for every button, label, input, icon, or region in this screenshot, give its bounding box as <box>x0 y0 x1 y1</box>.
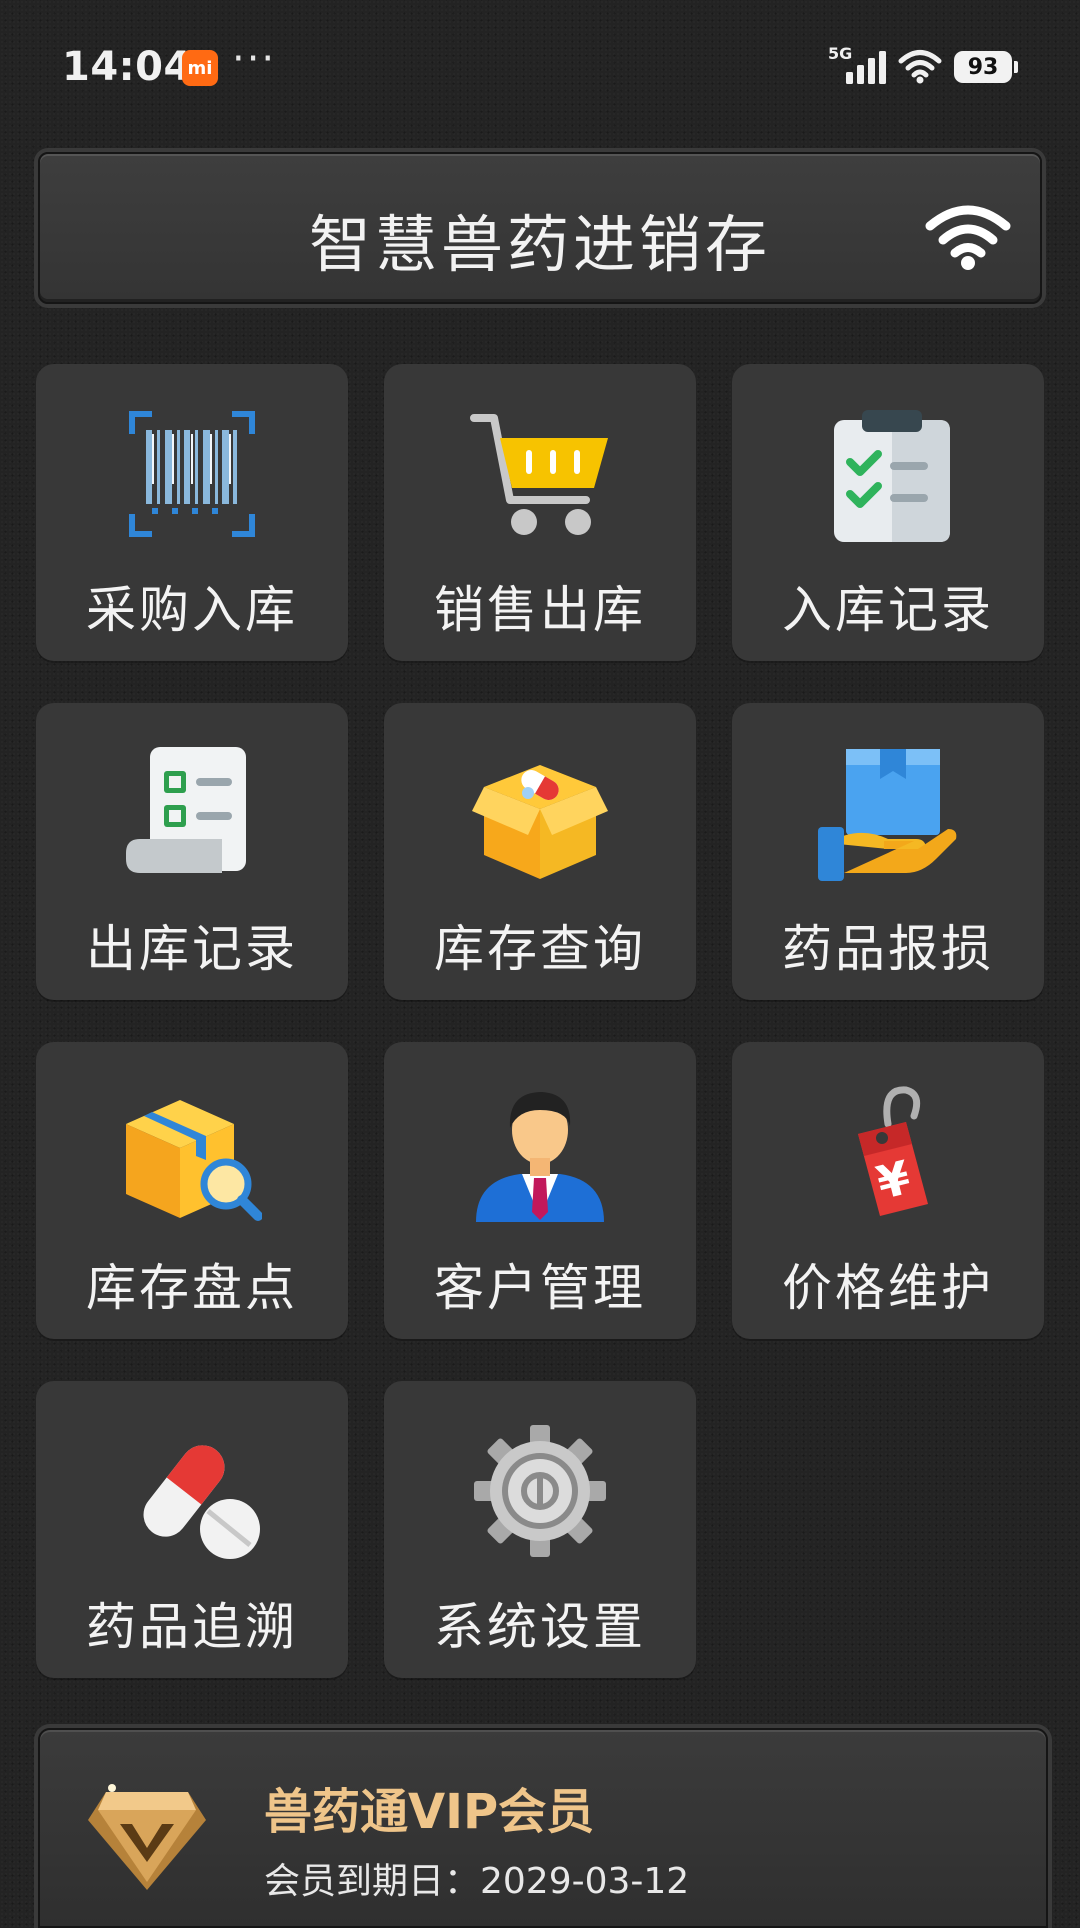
menu-grid: 采购入库 销售出库 入库记录 出库记录 库存查询 药品报损 库存盘点 客户管理 … <box>36 364 1046 1678</box>
menu-drug-damage[interactable]: 药品报损 <box>732 703 1044 1000</box>
menu-label: 系统设置 <box>434 1598 646 1656</box>
menu-label: 药品报损 <box>782 920 994 978</box>
vip-membership-card[interactable]: 兽药通VIP会员 会员到期日：2029-03-12 <box>38 1728 1048 1928</box>
box-magnifier-icon <box>126 1100 262 1221</box>
pills-icon <box>143 1445 260 1559</box>
menu-label: 药品追溯 <box>86 1598 298 1656</box>
status-bar: 14:04 mi ··· 5G 93 <box>0 0 1080 135</box>
menu-stock-query[interactable]: 库存查询 <box>384 703 696 1000</box>
menu-drug-trace[interactable]: 药品追溯 <box>36 1381 348 1678</box>
medicine-box-icon <box>472 765 608 879</box>
menu-label: 库存查询 <box>434 920 646 978</box>
page-title: 智慧兽药进销存 <box>308 208 771 281</box>
yuan-price-tag-icon: ¥ <box>858 1086 928 1216</box>
vip-title: 兽药通VIP会员 <box>264 1784 595 1840</box>
box-in-hand-icon <box>818 749 957 881</box>
menu-label: 价格维护 <box>782 1259 994 1317</box>
menu-outbound-records[interactable]: 出库记录 <box>36 703 348 1000</box>
mi-notification-icon: mi <box>182 50 218 86</box>
menu-inbound-records[interactable]: 入库记录 <box>732 364 1044 661</box>
status-time: 14:04 <box>62 44 192 90</box>
wifi-icon[interactable] <box>924 200 1012 270</box>
receipt-list-icon <box>126 747 246 873</box>
menu-system-settings[interactable]: 系统设置 <box>384 1381 696 1678</box>
app-header: 智慧兽药进销存 <box>38 152 1042 304</box>
battery-indicator: 93 <box>954 51 1018 83</box>
menu-sales-outbound[interactable]: 销售出库 <box>384 364 696 661</box>
menu-label: 采购入库 <box>86 581 298 639</box>
menu-stock-check[interactable]: 库存盘点 <box>36 1042 348 1339</box>
wifi-status-icon <box>898 50 942 84</box>
menu-label: 入库记录 <box>782 581 994 639</box>
gear-icon <box>474 1425 606 1557</box>
more-notifications-icon: ··· <box>232 36 277 82</box>
clipboard-checklist-icon <box>834 410 950 542</box>
menu-customer-management[interactable]: 客户管理 <box>384 1042 696 1339</box>
menu-label: 出库记录 <box>86 920 298 978</box>
menu-label: 销售出库 <box>434 581 646 639</box>
shopping-cart-icon <box>470 414 608 535</box>
menu-label: 客户管理 <box>434 1259 646 1317</box>
menu-purchase-inbound[interactable]: 采购入库 <box>36 364 348 661</box>
signal-icon <box>846 51 886 84</box>
menu-label: 库存盘点 <box>86 1259 298 1317</box>
vip-diamond-icon <box>88 1784 206 1890</box>
customer-person-icon <box>476 1092 604 1222</box>
barcode-scan-icon <box>129 411 255 537</box>
vip-expiry-date: 会员到期日：2029-03-12 <box>264 1861 690 1902</box>
menu-price-maintenance[interactable]: ¥ 价格维护 <box>732 1042 1044 1339</box>
